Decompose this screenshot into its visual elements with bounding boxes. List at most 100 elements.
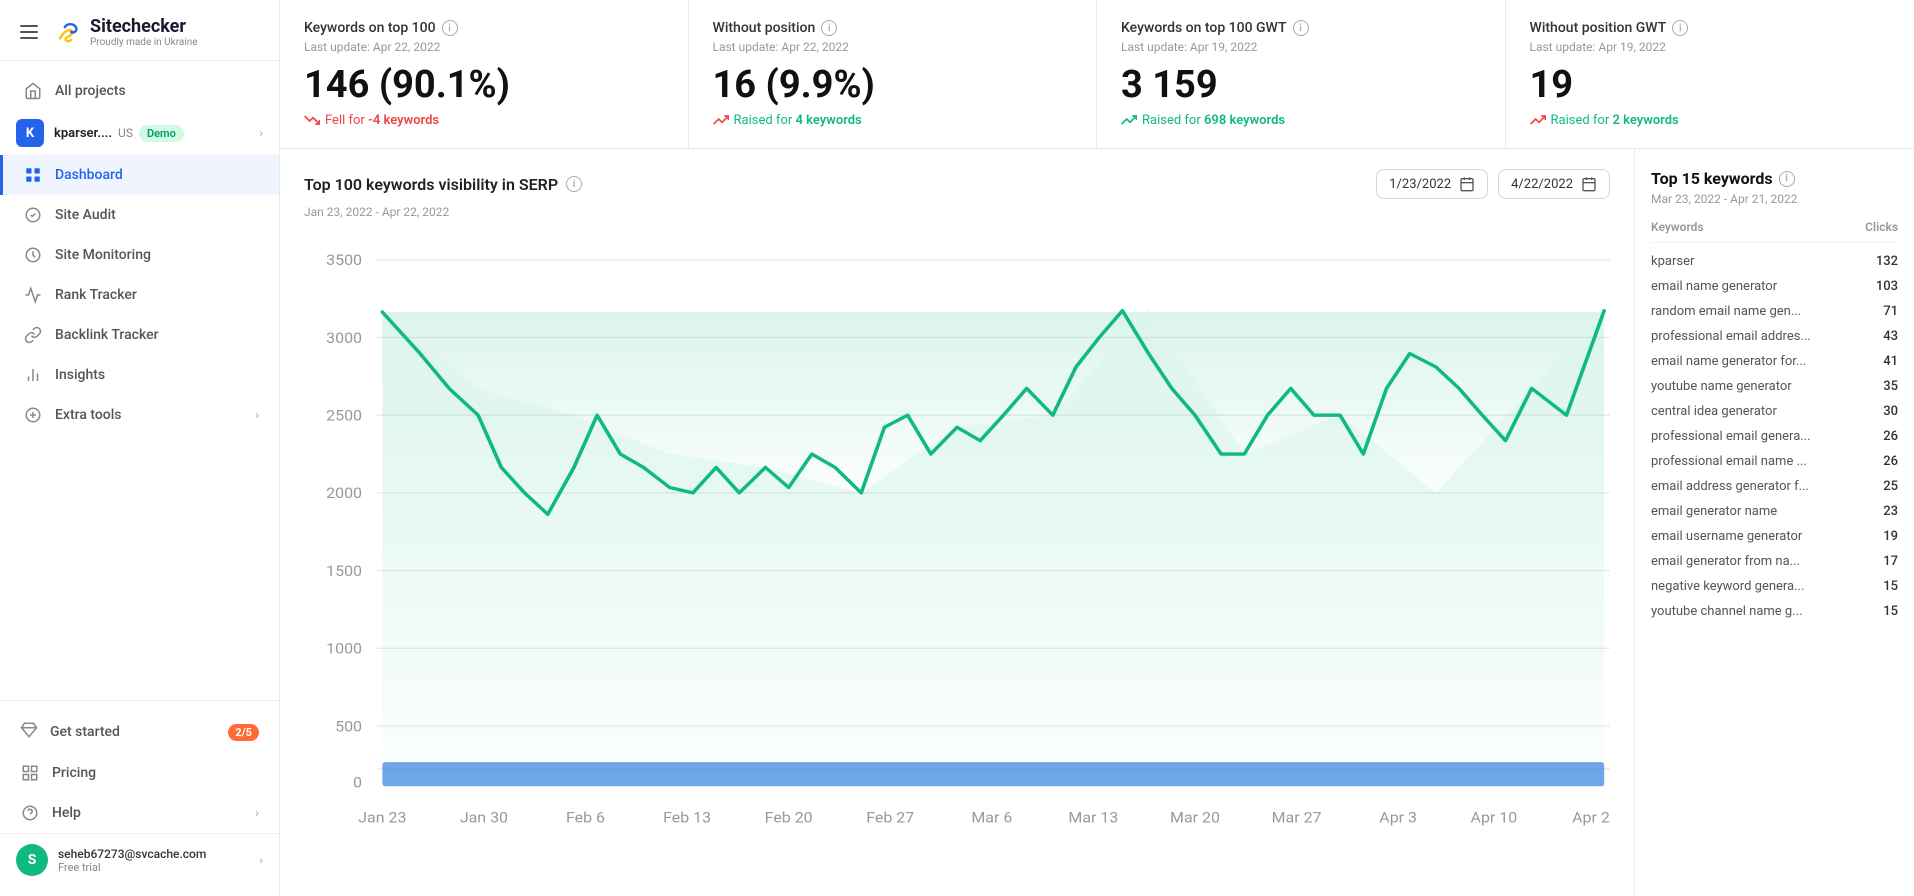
sidebar-item-label: Dashboard [55, 167, 123, 183]
svg-text:0: 0 [353, 774, 362, 791]
svg-text:1500: 1500 [326, 563, 362, 580]
sidebar-item-label: Extra tools [55, 407, 122, 423]
sidebar-item-all-projects[interactable]: All projects [0, 71, 279, 111]
keywords-col-header: Keywords [1651, 220, 1704, 234]
keyword-row: youtube name generator35 [1651, 374, 1898, 399]
sidebar-item-backlink-tracker[interactable]: Backlink Tracker [0, 315, 279, 355]
stat-title-3: Keywords on top 100 GWT i [1121, 20, 1481, 36]
diamond-icon [20, 721, 38, 743]
keyword-row: email generator name23 [1651, 499, 1898, 524]
keyword-clicks: 41 [1868, 354, 1898, 369]
sidebar-item-get-started[interactable]: Get started 2/5 [0, 711, 279, 753]
sidebar-item-dashboard[interactable]: Dashboard [0, 155, 279, 195]
user-section[interactable]: S seheb67273@svcache.com Free trial › [0, 833, 279, 886]
sidebar-item-label: Help [52, 805, 81, 821]
svg-text:3500: 3500 [326, 252, 362, 269]
svg-text:Feb 6: Feb 6 [566, 809, 605, 826]
project-info: kparser.... US Demo [54, 125, 184, 142]
keyword-clicks: 35 [1868, 379, 1898, 394]
svg-text:500: 500 [335, 718, 362, 735]
svg-text:Mar 20: Mar 20 [1170, 809, 1220, 826]
chart-header: Top 100 keywords visibility in SERP i 1/… [304, 169, 1610, 199]
stats-row: Keywords on top 100 i Last update: Apr 2… [280, 0, 1914, 149]
stat-title-1: Keywords on top 100 i [304, 20, 664, 36]
keyword-name: email name generator [1651, 279, 1868, 294]
sidebar-item-pricing[interactable]: Pricing [0, 753, 279, 793]
project-section[interactable]: K kparser.... US Demo › [0, 111, 279, 155]
user-chevron-icon: › [259, 853, 263, 867]
keyword-row: negative keyword genera...15 [1651, 574, 1898, 599]
keyword-row: email name generator103 [1651, 274, 1898, 299]
info-icon-4[interactable]: i [1672, 20, 1688, 36]
stat-change-text-4: Raised for 2 keywords [1551, 113, 1679, 128]
keywords-info-icon[interactable]: i [1779, 171, 1795, 187]
pricing-grid-icon [20, 763, 40, 783]
stat-value-3: 3 159 [1121, 66, 1481, 104]
chart-info-icon[interactable]: i [566, 176, 582, 192]
rank-icon [23, 285, 43, 305]
keyword-row: kparser132 [1651, 249, 1898, 274]
svg-text:Feb 20: Feb 20 [765, 809, 813, 826]
svg-text:Mar 27: Mar 27 [1272, 809, 1322, 826]
keyword-name: kparser [1651, 254, 1868, 269]
user-plan: Free trial [58, 861, 249, 874]
sidebar-item-rank-tracker[interactable]: Rank Tracker [0, 275, 279, 315]
info-icon-1[interactable]: i [442, 20, 458, 36]
stat-card-keywords-top-100-gwt: Keywords on top 100 GWT i Last update: A… [1097, 0, 1506, 148]
sidebar-item-label: Rank Tracker [55, 287, 137, 303]
sidebar-item-label: Pricing [52, 765, 96, 781]
date-picker-from[interactable]: 1/23/2022 [1376, 169, 1488, 199]
svg-text:1000: 1000 [326, 640, 362, 657]
svg-text:2000: 2000 [326, 485, 362, 502]
logo-container: Sitechecker Proudly made in Ukraine [52, 16, 198, 48]
keyword-row: random email name gen...71 [1651, 299, 1898, 324]
stat-change-text-1: Fell for -4 keywords [325, 113, 439, 128]
keyword-clicks: 103 [1868, 279, 1898, 294]
sidebar-item-extra-tools[interactable]: Extra tools › [0, 395, 279, 435]
sidebar-nav: All projects K kparser.... US Demo › Das… [0, 61, 279, 700]
date-picker-to[interactable]: 4/22/2022 [1498, 169, 1610, 199]
stat-date-3: Last update: Apr 19, 2022 [1121, 40, 1481, 54]
project-locale: US [118, 126, 133, 140]
keyword-name: email generator from na... [1651, 554, 1868, 569]
info-icon-2[interactable]: i [821, 20, 837, 36]
chart-range-label: Jan 23, 2022 - Apr 22, 2022 [304, 205, 1610, 219]
stat-card-without-position-gwt: Without position GWT i Last update: Apr … [1506, 0, 1914, 148]
keyword-row: youtube channel name g...15 [1651, 599, 1898, 624]
logo-subtitle: Proudly made in Ukraine [90, 37, 198, 48]
keyword-clicks: 71 [1868, 304, 1898, 319]
keywords-panel-title: Top 15 keywords i [1651, 169, 1898, 188]
insights-icon [23, 365, 43, 385]
sidebar-item-insights[interactable]: Insights [0, 355, 279, 395]
stat-change-text-2: Raised for 4 keywords [734, 113, 862, 128]
sidebar-item-label: Site Monitoring [55, 247, 151, 263]
stat-card-keywords-top-100: Keywords on top 100 i Last update: Apr 2… [280, 0, 689, 148]
keywords-list: kparser132email name generator103random … [1651, 249, 1898, 624]
svg-text:Apr 3: Apr 3 [1379, 809, 1417, 826]
project-avatar: K [16, 119, 44, 147]
logo-text-block: Sitechecker Proudly made in Ukraine [90, 16, 198, 48]
project-name: kparser.... [54, 126, 112, 141]
sidebar-item-site-audit[interactable]: Site Audit [0, 195, 279, 235]
stat-date-1: Last update: Apr 22, 2022 [304, 40, 664, 54]
svg-text:Feb 27: Feb 27 [866, 809, 914, 826]
keyword-clicks: 26 [1868, 429, 1898, 444]
keyword-row: email username generator19 [1651, 524, 1898, 549]
chart-title: Top 100 keywords visibility in SERP i [304, 175, 582, 194]
demo-badge: Demo [139, 125, 184, 142]
svg-text:Jan 30: Jan 30 [460, 809, 508, 826]
get-started-badge: 2/5 [228, 724, 259, 741]
keywords-date-range: Mar 23, 2022 - Apr 21, 2022 [1651, 192, 1898, 206]
keyword-clicks: 25 [1868, 479, 1898, 494]
sidebar-item-site-monitoring[interactable]: Site Monitoring [0, 235, 279, 275]
hamburger-icon[interactable] [16, 21, 42, 43]
info-icon-3[interactable]: i [1293, 20, 1309, 36]
keyword-row: email address generator f...25 [1651, 474, 1898, 499]
chevron-right-icon: › [255, 408, 259, 422]
keyword-row: central idea generator30 [1651, 399, 1898, 424]
sidebar-item-help[interactable]: Help › [0, 793, 279, 833]
keyword-row: professional email genera...26 [1651, 424, 1898, 449]
svg-text:Mar 6: Mar 6 [971, 809, 1012, 826]
sidebar-item-label: Get started [50, 724, 120, 740]
keyword-name: professional email genera... [1651, 429, 1868, 444]
